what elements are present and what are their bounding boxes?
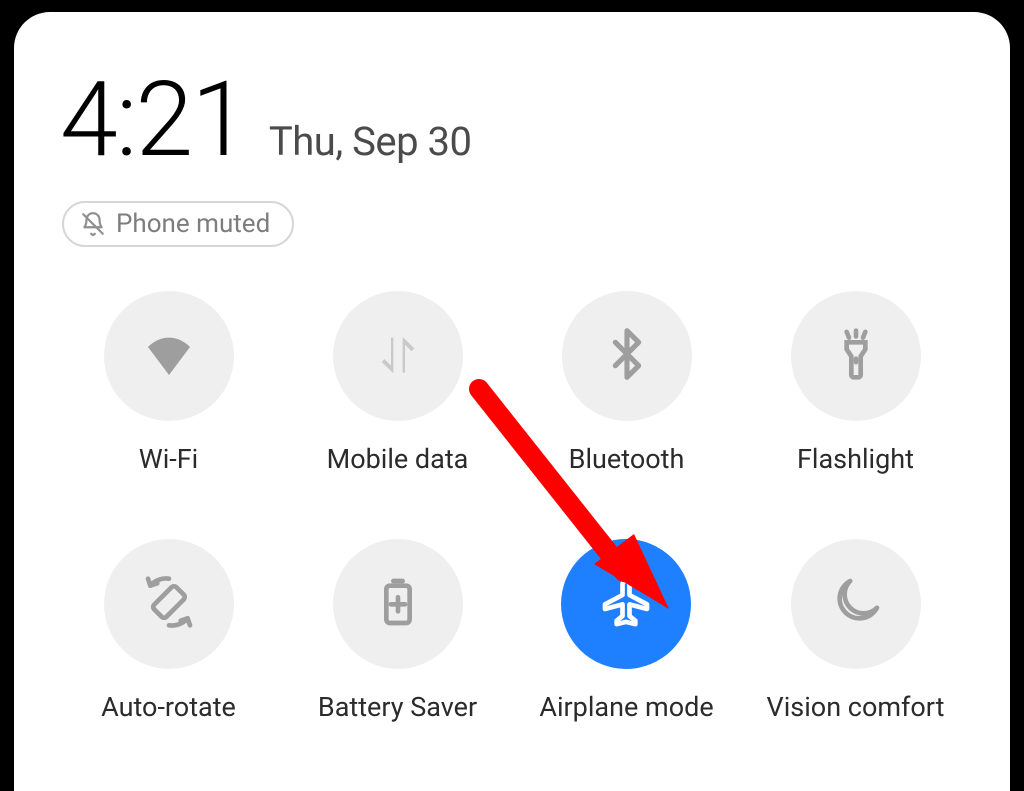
airplane-icon bbox=[598, 574, 654, 634]
tile-vision-comfort-label: Vision comfort bbox=[767, 691, 945, 723]
tile-airplane-mode-label: Airplane mode bbox=[539, 691, 713, 723]
tile-bluetooth[interactable]: Bluetooth bbox=[562, 291, 692, 475]
tile-mobile-data-label: Mobile data bbox=[327, 443, 469, 475]
tile-battery-saver-label: Battery Saver bbox=[318, 691, 477, 723]
tile-bluetooth-label: Bluetooth bbox=[569, 443, 685, 475]
bluetooth-icon bbox=[599, 326, 655, 386]
tile-mobile-data-button[interactable] bbox=[333, 291, 463, 421]
statusbar-clock-row: 4:21 Thu, Sep 30 bbox=[60, 60, 970, 181]
tile-auto-rotate-label: Auto-rotate bbox=[101, 691, 236, 723]
tile-auto-rotate-button[interactable] bbox=[104, 539, 234, 669]
quick-settings-panel: 4:21 Thu, Sep 30 Phone muted Wi-Fi bbox=[14, 12, 1010, 791]
flashlight-icon bbox=[828, 326, 884, 386]
tile-auto-rotate[interactable]: Auto-rotate bbox=[101, 539, 236, 723]
tile-wifi[interactable]: Wi-Fi bbox=[104, 291, 234, 475]
tile-vision-comfort-button[interactable] bbox=[791, 539, 921, 669]
tile-battery-saver-button[interactable] bbox=[333, 539, 463, 669]
tile-bluetooth-button[interactable] bbox=[562, 291, 692, 421]
battery-saver-icon bbox=[370, 574, 426, 634]
tile-flashlight-label: Flashlight bbox=[797, 443, 914, 475]
bell-off-icon bbox=[80, 211, 106, 237]
statusbar-date: Thu, Sep 30 bbox=[269, 118, 472, 165]
quick-settings-tiles: Wi-Fi Mobile data bbox=[54, 291, 970, 723]
tile-wifi-button[interactable] bbox=[104, 291, 234, 421]
tile-flashlight-button[interactable] bbox=[791, 291, 921, 421]
tile-airplane-mode-button[interactable] bbox=[561, 539, 691, 669]
tile-vision-comfort[interactable]: Vision comfort bbox=[767, 539, 945, 723]
tile-battery-saver[interactable]: Battery Saver bbox=[318, 539, 477, 723]
tile-airplane-mode[interactable]: Airplane mode bbox=[539, 539, 713, 723]
tile-mobile-data[interactable]: Mobile data bbox=[327, 291, 469, 475]
wifi-icon bbox=[141, 326, 197, 386]
auto-rotate-icon bbox=[141, 574, 197, 634]
statusbar-time: 4:21 bbox=[60, 60, 247, 181]
phone-muted-label: Phone muted bbox=[116, 209, 270, 239]
moon-icon bbox=[828, 574, 884, 634]
mobile-data-icon bbox=[370, 326, 426, 386]
tile-flashlight[interactable]: Flashlight bbox=[791, 291, 921, 475]
phone-muted-chip[interactable]: Phone muted bbox=[62, 201, 294, 247]
tile-wifi-label: Wi-Fi bbox=[139, 443, 198, 475]
